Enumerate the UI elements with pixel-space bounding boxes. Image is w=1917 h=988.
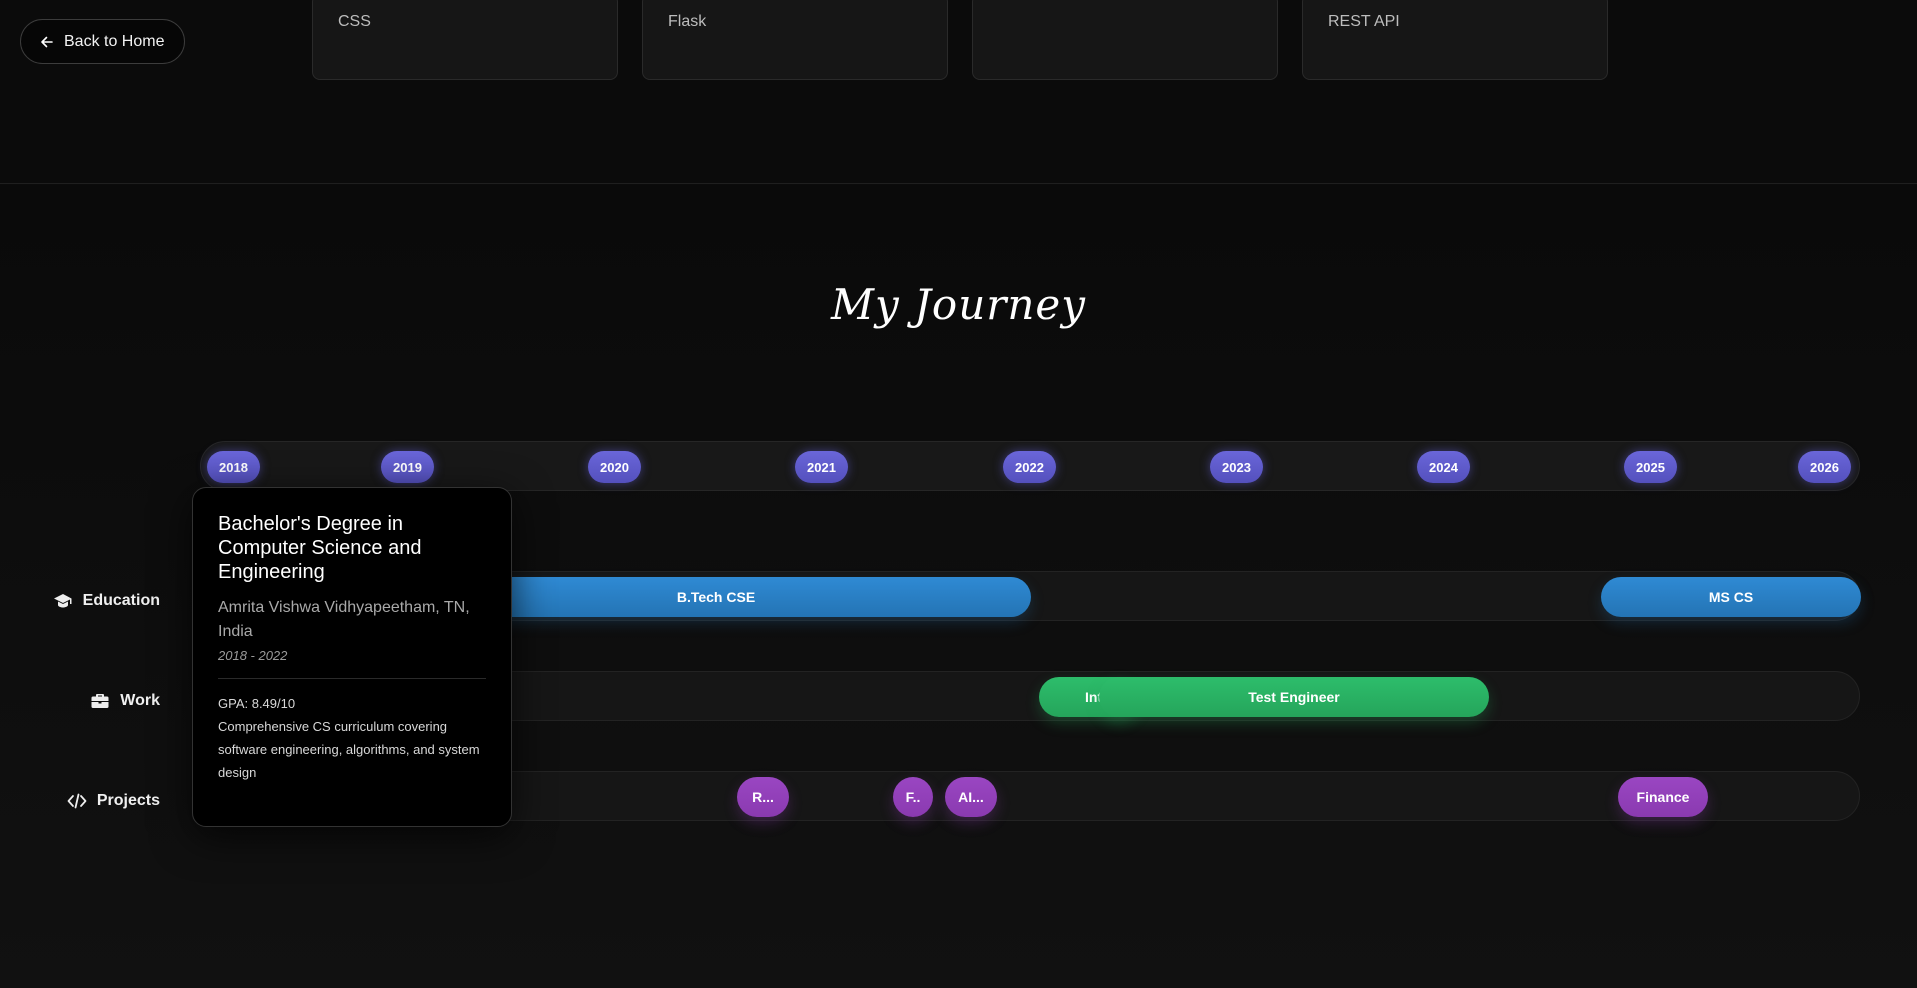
track-label-text: Projects — [96, 792, 160, 809]
year-badge[interactable]: 2022 — [1003, 451, 1056, 483]
year-badge[interactable]: 2018 — [207, 451, 260, 483]
code-icon — [67, 793, 87, 809]
education-tooltip: Bachelor's Degree in Computer Science an… — [192, 487, 512, 827]
year-badge[interactable]: 2021 — [795, 451, 848, 483]
back-to-home-button[interactable]: Back to Home — [20, 19, 186, 64]
tooltip-period: 2018 - 2022 — [218, 648, 288, 663]
track-label-education: Education — [53, 591, 160, 611]
back-to-home-label: Back to Home — [64, 32, 165, 50]
year-badge[interactable]: 2026 — [1798, 451, 1851, 483]
year-badge[interactable]: 2024 — [1417, 451, 1470, 483]
skill-label: REST API — [1328, 13, 1400, 30]
tooltip-gpa: GPA: 8.49/10 — [218, 696, 296, 711]
skill-card — [972, 0, 1278, 80]
graduation-cap-icon — [53, 594, 72, 608]
year-badge[interactable]: 2020 — [588, 451, 641, 483]
year-badge[interactable]: 2025 — [1624, 451, 1677, 483]
tooltip-divider — [218, 678, 486, 679]
project-bar[interactable]: F.. — [893, 777, 933, 817]
track-label-projects: Projects — [67, 791, 160, 811]
arrow-left-icon — [41, 36, 53, 47]
project-bar[interactable]: Finance — [1618, 777, 1708, 817]
tooltip-description: Comprehensive CS curriculum covering sof… — [218, 719, 480, 780]
skill-card: CSS — [312, 0, 618, 80]
skill-card: Flask — [642, 0, 948, 80]
track-label-text: Work — [120, 692, 160, 709]
education-bar[interactable]: MS CS — [1601, 577, 1861, 617]
tooltip-institution: Amrita Vishwa Vidhyapeetham, TN, India — [218, 599, 470, 640]
section-title: My Journey — [831, 280, 1086, 329]
skill-card: REST API — [1302, 0, 1608, 80]
skill-label: Flask — [668, 13, 707, 30]
work-bar[interactable]: Test Engineer — [1099, 677, 1489, 717]
track-label-work: Work — [90, 691, 160, 711]
project-bar[interactable]: R... — [737, 777, 789, 817]
briefcase-icon — [91, 694, 109, 708]
skills-section: CSS Flask REST API — [0, 0, 1917, 184]
skill-label: CSS — [338, 13, 371, 30]
year-badge[interactable]: 2019 — [381, 451, 434, 483]
year-axis: 2018 2019 2020 2021 2022 2023 2024 2025 … — [200, 441, 1860, 491]
project-bar[interactable]: AI... — [945, 777, 997, 817]
tooltip-title: Bachelor's Degree in Computer Science an… — [218, 513, 422, 583]
year-badge[interactable]: 2023 — [1210, 451, 1263, 483]
track-label-text: Education — [82, 592, 160, 609]
